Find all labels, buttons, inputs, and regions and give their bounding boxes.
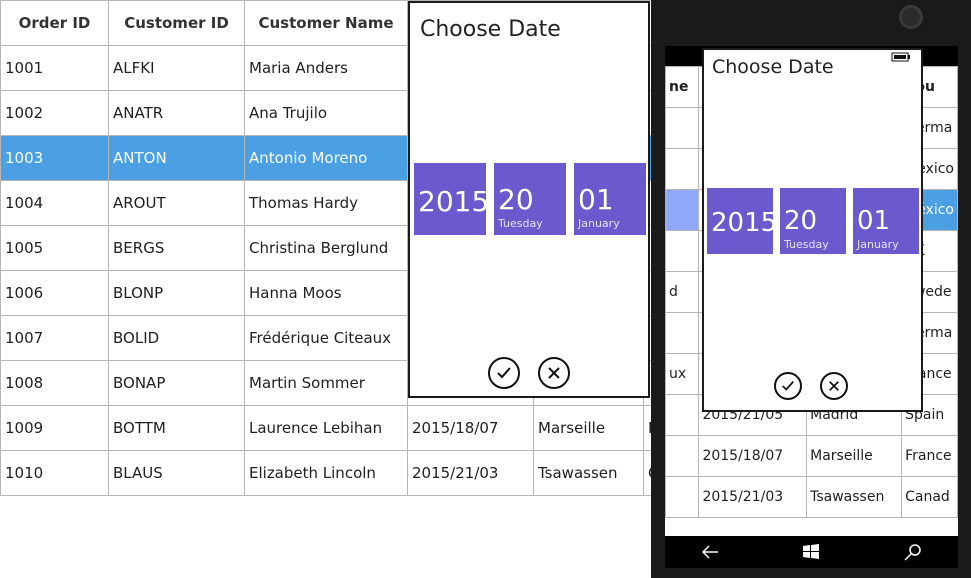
back-icon[interactable] <box>700 542 720 562</box>
cell-order-id: 1003 <box>0 135 109 181</box>
cell-customer-name: Antonio Moreno <box>244 135 408 181</box>
checkmark-icon <box>497 367 511 379</box>
cell-customer-name: Laurence Lebihan <box>244 405 408 451</box>
cell-order-id: 1008 <box>0 360 109 406</box>
table-row[interactable]: 1010 BLAUS Elizabeth Lincoln 2015/21/03 Tsaw… <box>0 450 674 496</box>
cell-date: 2015/18/07 <box>407 405 534 451</box>
cell-customer-id: BOTTM <box>108 405 245 451</box>
header-customer-name[interactable]: Customer Name <box>244 0 408 46</box>
cell-customer-id: BOLID <box>108 315 245 361</box>
phone-cell-date: 2015/21/03 <box>698 476 808 518</box>
phone-month-tile[interactable]: 01 January <box>853 188 919 254</box>
checkmark-icon <box>782 381 794 391</box>
phone-month-value: 01 <box>857 206 891 236</box>
cell-order-id: 1002 <box>0 90 109 136</box>
phone-table-row[interactable]: 2015/18/07 Marseille France <box>665 435 958 477</box>
phone-cell-country: Canad <box>901 476 958 518</box>
header-order-id[interactable]: Order ID <box>0 0 109 46</box>
year-tile[interactable]: 2015 <box>414 163 490 235</box>
phone-month-label: January <box>857 238 899 251</box>
day-tile[interactable]: 20 Tuesday <box>494 163 566 235</box>
cell-customer-name: Hanna Moos <box>244 270 408 316</box>
cell-customer-name: Maria Anders <box>244 45 408 91</box>
phone-cancel-button[interactable] <box>820 372 848 400</box>
table-row[interactable]: 1009 BOTTM Laurence Lebihan 2015/18/07 Marse… <box>0 405 674 451</box>
month-tile[interactable]: 01 January <box>574 163 646 235</box>
phone-day-value: 20 <box>784 206 818 236</box>
cell-date: 2015/21/03 <box>407 450 534 496</box>
cell-order-id: 1010 <box>0 450 109 496</box>
cell-customer-id: BONAP <box>108 360 245 406</box>
phone-header-name[interactable]: ne <box>665 66 700 108</box>
phone-cell-name <box>665 148 700 190</box>
battery-icon <box>891 52 910 62</box>
phone-cell-name <box>665 230 700 272</box>
cell-customer-id: BLAUS <box>108 450 245 496</box>
weekday-label: Tuesday <box>498 217 543 230</box>
phone-cell-city: Marseille <box>806 435 903 477</box>
phone-table-row[interactable]: 2015/21/03 Tsawassen Canad <box>665 476 958 518</box>
phone-date-picker-title: Choose Date <box>712 56 834 78</box>
phone-cell-name <box>665 435 700 477</box>
cell-order-id: 1001 <box>0 45 109 91</box>
phone-cell-name <box>665 394 700 436</box>
phone-year-value: 2015 <box>711 208 778 238</box>
cell-order-id: 1006 <box>0 270 109 316</box>
phone-nav-bar <box>665 536 958 568</box>
cell-customer-id: ALFKI <box>108 45 245 91</box>
cell-customer-id: ANATR <box>108 90 245 136</box>
cancel-button[interactable] <box>538 357 570 389</box>
header-customer-id[interactable]: Customer ID <box>108 0 245 46</box>
date-picker-dialog: Choose Date 2015 20 Tuesday 01 January <box>408 1 650 398</box>
phone-date-picker-dialog: Choose Date 2015 20 Tuesday 01 January <box>702 48 923 412</box>
cell-customer-id: AROUT <box>108 180 245 226</box>
phone-cell-name <box>665 189 700 231</box>
phone-cell-name: ux <box>665 353 700 395</box>
month-label: January <box>578 217 620 230</box>
cell-order-id: 1009 <box>0 405 109 451</box>
phone-cell-country: France <box>901 435 958 477</box>
cell-order-id: 1007 <box>0 315 109 361</box>
cell-customer-name: Frédérique Citeaux <box>244 315 408 361</box>
cell-customer-name: Thomas Hardy <box>244 180 408 226</box>
phone-weekday-label: Tuesday <box>784 238 829 251</box>
cell-order-id: 1005 <box>0 225 109 271</box>
phone-confirm-button[interactable] <box>774 372 802 400</box>
phone-day-tile[interactable]: 20 Tuesday <box>780 188 846 254</box>
phone-cell-name <box>665 107 700 149</box>
search-icon[interactable] <box>903 542 923 562</box>
cell-customer-name: Ana Trujilo <box>244 90 408 136</box>
phone-cell-date: 2015/18/07 <box>698 435 808 477</box>
phone-cell-city: Tsawassen <box>806 476 903 518</box>
phone-cell-name: d <box>665 271 700 313</box>
cell-customer-id: BERGS <box>108 225 245 271</box>
confirm-button[interactable] <box>488 357 520 389</box>
cell-city: Tsawassen <box>533 450 644 496</box>
cell-order-id: 1004 <box>0 180 109 226</box>
camera-icon <box>899 5 923 29</box>
cell-customer-name: Christina Berglund <box>244 225 408 271</box>
close-icon <box>548 367 560 379</box>
month-value: 01 <box>578 183 614 216</box>
cell-customer-id: BLONP <box>108 270 245 316</box>
year-value: 2015 <box>418 185 490 218</box>
day-value: 20 <box>498 183 534 216</box>
phone-cell-name <box>665 476 700 518</box>
phone-year-tile[interactable]: 2015 <box>707 188 777 254</box>
phone-cell-name <box>665 312 700 354</box>
close-icon <box>829 381 839 391</box>
cell-customer-id: ANTON <box>108 135 245 181</box>
cell-customer-name: Martin Sommer <box>244 360 408 406</box>
date-picker-title: Choose Date <box>420 17 561 42</box>
cell-city: Marseille <box>533 405 644 451</box>
cell-customer-name: Elizabeth Lincoln <box>244 450 408 496</box>
windows-icon[interactable] <box>801 542 821 562</box>
